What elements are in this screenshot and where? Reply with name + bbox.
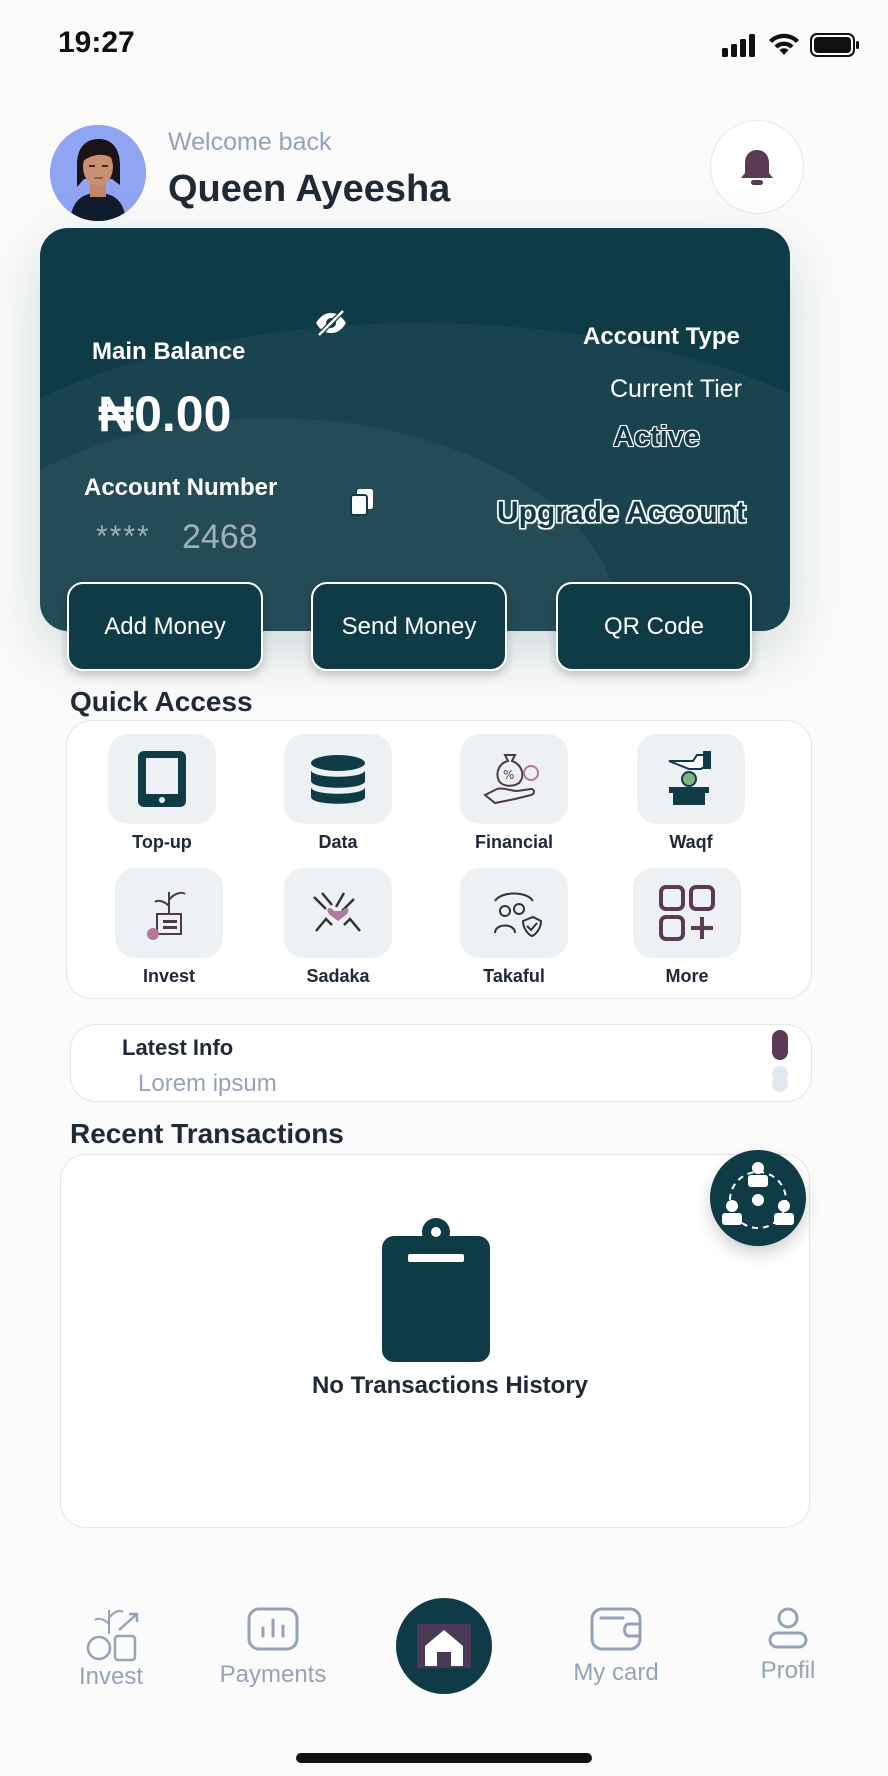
bell-icon <box>741 150 773 185</box>
community-fab-button[interactable] <box>710 1150 806 1246</box>
upgrade-account-link[interactable]: Upgrade Account <box>497 496 746 530</box>
money-bag-icon: % <box>483 754 539 805</box>
latest-info-title: Latest Info <box>122 1035 234 1060</box>
clipboard-icon <box>380 1216 492 1369</box>
hands-charity-icon <box>313 892 361 932</box>
signal-icon <box>722 34 755 57</box>
tablet-icon <box>138 751 186 807</box>
plant-growth-icon <box>147 891 186 940</box>
invest-growth-icon <box>86 1609 139 1662</box>
home-icon <box>417 1624 471 1668</box>
empty-transactions-text: No Transactions History <box>311 1372 589 1399</box>
welcome-text: Welcome back <box>168 128 332 156</box>
status-icons <box>722 32 860 58</box>
wallet-icon <box>590 1607 642 1651</box>
svg-text:%: % <box>503 768 514 782</box>
quick-access-more[interactable]: More <box>622 868 752 987</box>
nav-payments[interactable]: Payments <box>208 1606 338 1689</box>
current-tier: Current Tier <box>610 375 742 403</box>
account-last-digits: 2468 <box>182 518 258 556</box>
avatar-image <box>50 125 146 221</box>
recent-transactions-title: Recent Transactions <box>70 1118 344 1149</box>
wifi-icon <box>769 33 799 55</box>
home-indicator <box>296 1753 592 1763</box>
family-shield-icon <box>494 892 543 938</box>
quick-access-financial[interactable]: % Financial <box>449 734 579 853</box>
quick-access-topup[interactable]: Top-up <box>97 734 227 853</box>
nav-profile[interactable]: Profil <box>740 1606 836 1685</box>
quick-access-title: Quick Access <box>70 686 253 717</box>
main-balance-label: Main Balance <box>92 338 246 365</box>
account-number-label: Account Number <box>84 474 278 501</box>
quick-access-waqf[interactable]: Waqf <box>626 734 756 853</box>
nav-home-button[interactable] <box>396 1598 492 1694</box>
eye-off-icon[interactable] <box>314 308 348 343</box>
status-time: 19:27 <box>58 26 135 59</box>
quick-access-invest[interactable]: Invest <box>104 868 234 987</box>
avatar[interactable] <box>50 125 146 221</box>
quick-access-takaful[interactable]: Takaful <box>449 868 579 987</box>
group-network-icon <box>722 1162 794 1229</box>
chart-icon <box>247 1607 299 1651</box>
balance-amount: ₦0.00 <box>98 386 232 442</box>
send-money-button[interactable]: Send Money <box>311 582 507 671</box>
user-name: Queen Ayeesha <box>168 168 451 210</box>
nav-my-card[interactable]: My card <box>560 1606 672 1687</box>
quick-access-data[interactable]: Data <box>273 734 403 853</box>
account-masked: **** <box>96 520 151 553</box>
nav-payments-label: Payments <box>219 1661 327 1688</box>
quick-access-sadaka[interactable]: Sadaka <box>273 868 403 987</box>
nav-my-card-label: My card <box>573 1659 659 1686</box>
user-icon <box>768 1607 808 1649</box>
account-type-label: Account Type <box>583 323 740 350</box>
battery-icon <box>810 33 859 57</box>
donation-box-icon <box>668 751 711 805</box>
qr-code-button[interactable]: QR Code <box>556 582 752 671</box>
copy-icon[interactable] <box>348 487 376 522</box>
nav-invest-label: Invest <box>78 1663 144 1690</box>
nav-invest[interactable]: Invest <box>66 1604 156 1691</box>
notification-button[interactable] <box>710 120 804 214</box>
carousel-dot[interactable] <box>772 1076 788 1092</box>
grid-plus-icon <box>659 885 715 941</box>
carousel-dot-active[interactable] <box>772 1030 788 1060</box>
account-status: Active <box>613 421 701 453</box>
latest-info-text: Lorem ipsum <box>138 1070 277 1097</box>
database-icon <box>311 755 365 804</box>
add-money-button[interactable]: Add Money <box>67 582 263 671</box>
nav-profile-label: Profil <box>760 1657 816 1684</box>
